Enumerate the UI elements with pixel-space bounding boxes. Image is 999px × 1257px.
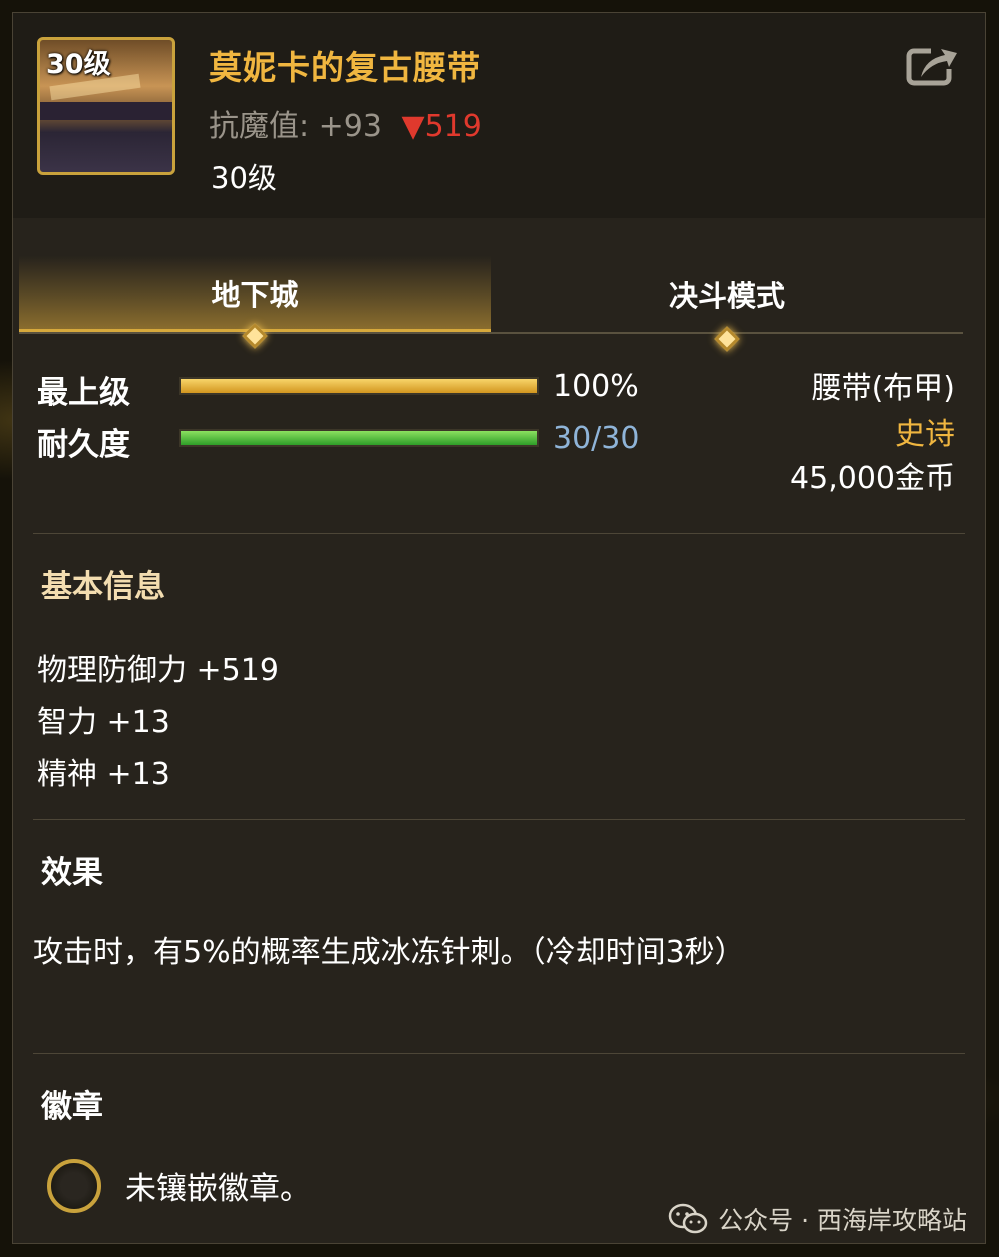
attr-intelligence: 智力 +13 [37, 705, 170, 740]
durability-bar [179, 429, 539, 447]
item-type: 腰带(布甲) [811, 371, 955, 406]
magic-resist-label: 抗魔值: [209, 109, 310, 144]
tab-dungeon-label: 地下城 [211, 277, 299, 312]
icon-level-label: 30级 [46, 49, 111, 80]
watermark: 公众号 · 西海岸攻略站 [668, 1201, 967, 1237]
tooltip-header: 30级 莫妮卡的复古腰带 抗魔值: +93 ▼519 30级 [13, 13, 985, 218]
effect-title: 效果 [41, 855, 103, 891]
item-tooltip-panel: 30级 莫妮卡的复古腰带 抗魔值: +93 ▼519 30级 地下城 决斗模式 … [12, 12, 986, 1244]
tab-duel-label: 决斗模式 [668, 279, 785, 313]
share-icon[interactable] [905, 41, 961, 89]
emblem-status-text: 未镶嵌徽章。 [125, 1171, 311, 1207]
divider [33, 819, 965, 820]
tab-duel-diamond-icon [714, 326, 740, 352]
durability-value: 30/30 [553, 421, 640, 456]
magic-resist-row: 抗魔值: +93 ▼519 [209, 101, 482, 145]
divider [33, 533, 965, 534]
grade-value: 100% [553, 369, 639, 404]
wechat-icon [668, 1203, 708, 1234]
item-level: 30级 [211, 161, 277, 195]
item-rarity: 史诗 [895, 417, 955, 452]
emblem-slot-icon[interactable] [47, 1159, 101, 1213]
magic-resist-diff: ▼519 [401, 109, 482, 144]
effect-text: 攻击时，有5%的概率生成冰冻针刺。（冷却时间3秒） [33, 935, 745, 970]
durability-label: 耐久度 [37, 427, 130, 463]
basic-info-title: 基本信息 [41, 569, 165, 605]
grade-bar-fill [181, 379, 537, 393]
attr-physical-defense: 物理防御力 +519 [37, 653, 279, 688]
grade-label: 最上级 [37, 375, 130, 411]
item-name: 莫妮卡的复古腰带 [209, 48, 481, 87]
emblem-title: 徽章 [41, 1089, 103, 1125]
item-price: 45,000金币 [790, 461, 955, 496]
watermark-text: 公众号 · 西海岸攻略站 [718, 1206, 967, 1235]
grade-bar [179, 377, 539, 395]
magic-resist-value: +93 [318, 109, 382, 144]
attr-spirit: 精神 +13 [37, 757, 170, 792]
tab-dungeon-diamond-icon [242, 323, 268, 349]
mode-tabs: 地下城 决斗模式 [19, 256, 963, 352]
divider [33, 1053, 965, 1054]
tab-duel[interactable]: 决斗模式 [491, 256, 963, 352]
durability-bar-fill [181, 431, 537, 445]
belt-item-icon: 30级 [37, 37, 175, 175]
icon-strap [40, 102, 172, 120]
tab-dungeon[interactable]: 地下城 [19, 256, 491, 349]
